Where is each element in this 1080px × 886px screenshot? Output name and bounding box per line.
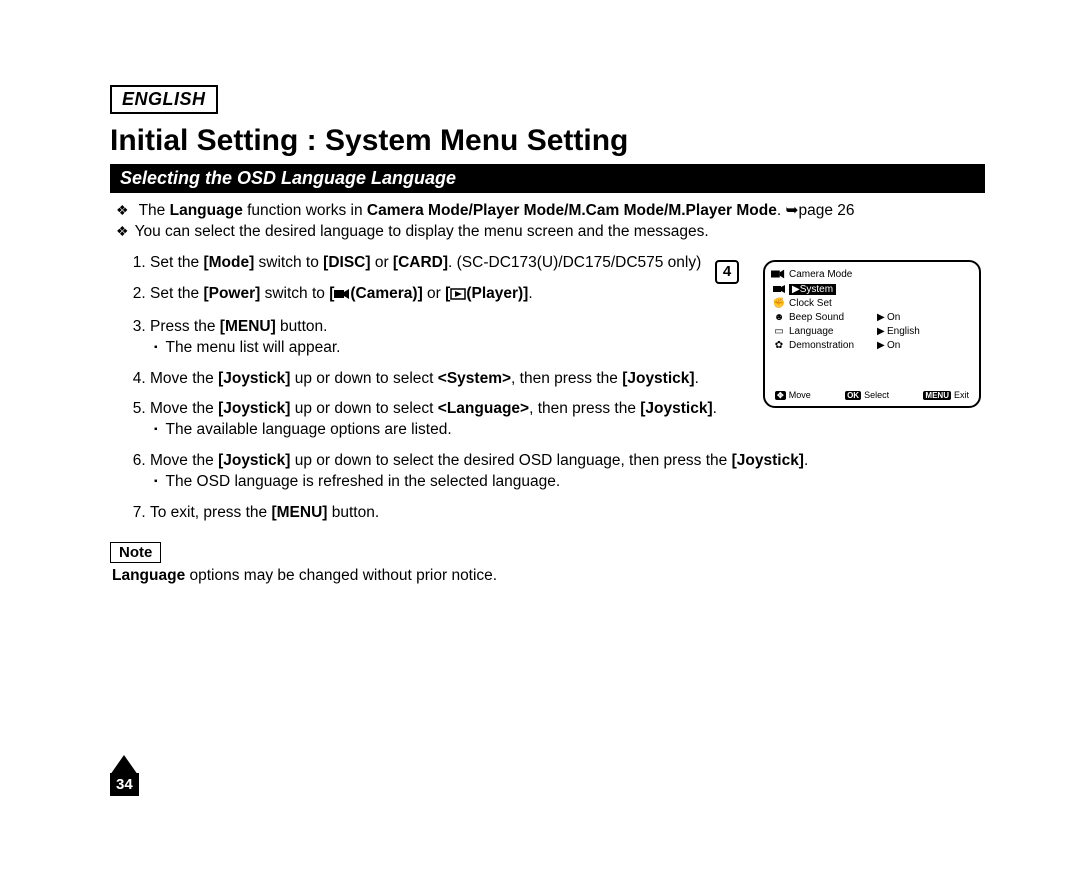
osd-footer: ✥Move OKSelect MENUExit <box>775 390 969 400</box>
display-icon: ▭ <box>771 326 787 337</box>
osd-menu-item: ▭ Language ▶ English <box>771 324 973 338</box>
face-icon: ☻ <box>771 312 787 323</box>
camera-icon <box>334 286 350 307</box>
note-label: Note <box>110 542 161 563</box>
sub-item: The available language options are liste… <box>154 420 760 441</box>
move-icon: ✥ <box>775 391 786 400</box>
camera-mode-icon <box>771 268 785 280</box>
osd-title: Camera Mode <box>789 269 852 280</box>
osd-menu-selected: ▶System <box>771 282 973 296</box>
osd-menu-item: ✊ Clock Set <box>771 296 973 310</box>
figure-number: 4 <box>715 260 739 284</box>
step-item: Move the [Joystick] up or down to select… <box>150 451 985 493</box>
sub-item: The menu list will appear. <box>154 338 760 359</box>
intro-item: The Language function works in Camera Mo… <box>134 201 985 222</box>
osd-menu-item: ☻ Beep Sound ▶ On <box>771 310 973 324</box>
osd-screen: Camera Mode ▶System ✊ Clock Set ☻ Beep S… <box>763 260 981 408</box>
sub-item: The OSD language is refreshed in the sel… <box>154 472 985 493</box>
player-icon <box>450 286 466 307</box>
osd-menu-item: ✿ Demonstration ▶ On <box>771 338 973 352</box>
page-number: 34 <box>110 755 139 796</box>
page-number-arrow-icon <box>110 755 138 775</box>
hand-icon: ✊ <box>771 298 787 309</box>
page-title: Initial Setting : System Menu Setting <box>110 124 985 158</box>
intro-list: The Language function works in Camera Mo… <box>110 201 985 243</box>
step-item: Set the [Mode] switch to [DISC] or [CARD… <box>150 253 760 274</box>
step-item: To exit, press the [MENU] button. <box>150 503 985 524</box>
language-tag: ENGLISH <box>110 85 218 114</box>
step-item: Move the [Joystick] up or down to select… <box>150 369 760 390</box>
note-text: Language options may be changed without … <box>110 567 985 585</box>
step-item: Move the [Joystick] up or down to select… <box>150 399 760 441</box>
camera-small-icon <box>771 284 787 294</box>
intro-item: You can select the desired language to d… <box>134 222 985 243</box>
step-item: Press the [MENU] button. The menu list w… <box>150 317 760 359</box>
menu-badge: MENU <box>923 391 951 400</box>
step-item: Set the [Power] switch to [(Camera)] or … <box>150 284 760 307</box>
section-heading: Selecting the OSD Language Language <box>110 164 985 193</box>
page-ref-icon: ➥ <box>786 202 799 219</box>
ok-badge: OK <box>845 391 861 400</box>
osd-figure: 4 Camera Mode ▶System ✊ Clock Set ☻ <box>745 260 985 408</box>
gear-icon: ✿ <box>771 340 787 351</box>
manual-page: ENGLISH Initial Setting : System Menu Se… <box>0 0 1080 886</box>
